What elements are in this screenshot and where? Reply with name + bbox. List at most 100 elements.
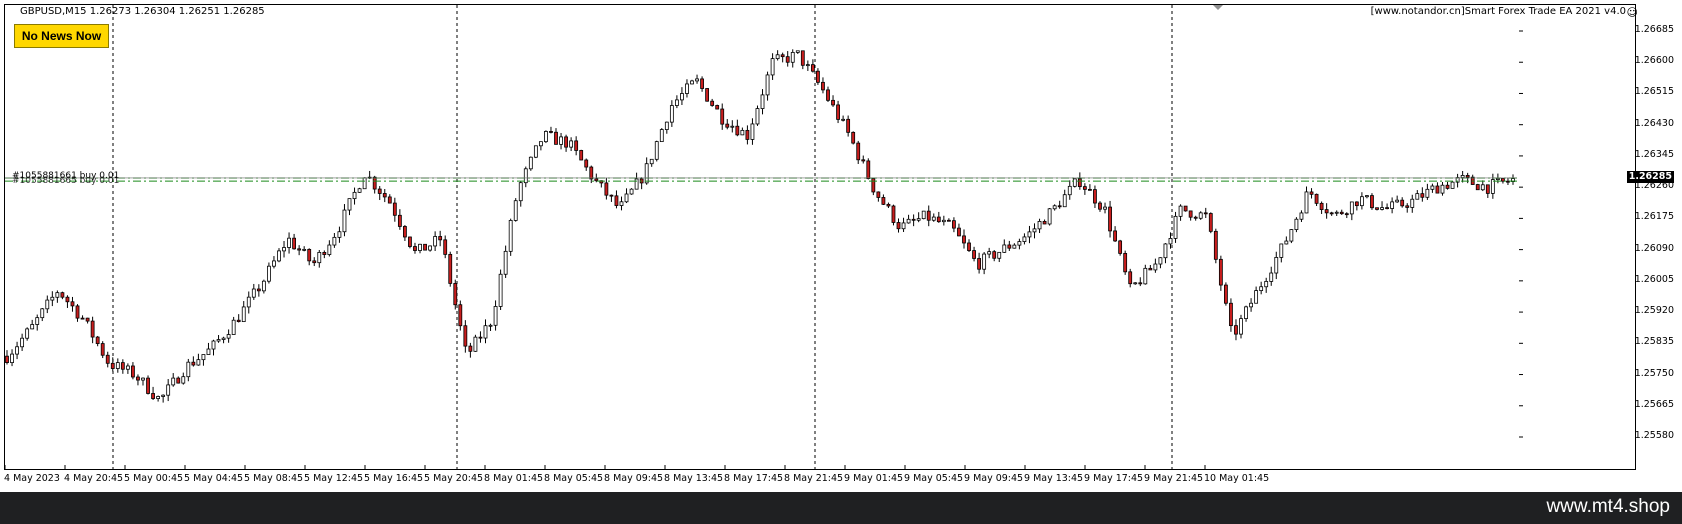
candle-body-bear: [256, 288, 261, 292]
candle-body-bull: [196, 359, 201, 366]
candle-body-bear: [574, 140, 579, 151]
candle-body-bull: [765, 74, 770, 96]
candle-body-bull: [15, 346, 19, 355]
candle-body-bull: [1163, 243, 1168, 259]
candle-body-bull: [357, 188, 362, 193]
candle-body-bull: [493, 306, 498, 326]
candle-body-bear: [962, 235, 966, 244]
time-tick-label: 8 May 09:45: [604, 473, 664, 484]
candle-body-bear: [896, 222, 901, 230]
candle-body-bull: [1480, 184, 1485, 191]
candle-body-bull: [503, 250, 508, 275]
smiley-icon: ☺: [1626, 6, 1638, 19]
candle-body-bear: [468, 345, 473, 352]
candle-body-bull: [805, 64, 810, 67]
candle-body-bull: [513, 200, 518, 221]
candle-body-bull: [649, 158, 654, 165]
candle-body-bull: [35, 317, 40, 325]
candle-body-bull: [906, 218, 911, 224]
candle-body-bear: [1082, 186, 1087, 190]
candle-body-bear: [60, 292, 65, 298]
time-tick-label: 8 May 05:45: [544, 473, 604, 484]
chart-area[interactable]: [4, 4, 1636, 471]
candle-body-bull: [629, 188, 634, 195]
candle-body-bear: [131, 365, 135, 378]
candle-body-bull: [1062, 194, 1067, 208]
candle-body-bear: [90, 320, 95, 338]
candle-body-bull: [1279, 243, 1284, 258]
candle-body-bull: [941, 219, 946, 223]
candle-body-bear: [1501, 178, 1505, 182]
candle-body-bear: [1465, 175, 1470, 178]
candle-body-bull: [680, 93, 684, 101]
time-tick-label: 8 May 17:45: [724, 473, 784, 484]
candle-body-bear: [735, 125, 740, 136]
time-tick-label: 5 May 00:45: [124, 473, 184, 484]
candle-body-bear: [1405, 205, 1410, 208]
candle-body-bear: [725, 123, 730, 128]
candle-body-bull: [901, 222, 906, 230]
candle-body-bear: [705, 88, 710, 102]
candle-body-bear: [1218, 258, 1223, 286]
candle-body-bear: [1339, 211, 1344, 215]
price-tick-label: 1.25580: [1634, 430, 1674, 441]
candle-body-bear: [866, 160, 871, 179]
time-tick-label: 8 May 13:45: [664, 473, 724, 484]
candle-body-bear: [1435, 185, 1440, 194]
price-tick-label: 1.26515: [1634, 86, 1674, 98]
candle-body-bull: [1072, 178, 1077, 187]
candle-body-bull: [141, 377, 145, 381]
price-tick-label: 1.26600: [1634, 55, 1674, 67]
candle-body-bear: [936, 216, 941, 223]
candle-body-bear: [292, 237, 296, 250]
candle-body-bear: [594, 178, 599, 182]
candle-body-bull: [1173, 215, 1178, 239]
candle-body-bear: [100, 343, 105, 356]
candle-body-bear: [377, 188, 382, 194]
candle-body-bear: [1138, 282, 1143, 285]
time-tick-label: 4 May 20:45: [64, 473, 124, 484]
time-tick-label: 9 May 13:45: [1024, 473, 1084, 484]
time-tick-label: 9 May 21:45: [1144, 473, 1204, 484]
candle-body-bull: [1365, 195, 1369, 198]
candle-body-bear: [1385, 207, 1389, 210]
candle-body-bull: [795, 50, 800, 53]
candle-body-bear: [1188, 210, 1193, 218]
footer-url[interactable]: www.mt4.shop: [1546, 496, 1670, 518]
candle-body-bull: [1244, 306, 1248, 319]
candle-body-bull: [347, 198, 352, 211]
candle-body-bear: [423, 243, 427, 251]
candle-body-bear: [911, 218, 916, 221]
candle-body-bear: [1042, 220, 1047, 225]
candle-body-bull: [997, 251, 1002, 259]
candle-body-bull: [40, 308, 45, 319]
candle-body-bull: [569, 140, 574, 148]
candle-body-bull: [1002, 244, 1007, 253]
candle-body-bull: [1334, 211, 1339, 214]
candle-body-bear: [614, 195, 619, 206]
candle-body-bull: [1158, 257, 1163, 265]
candle-body-bear: [1208, 213, 1213, 232]
candle-body-bull: [740, 129, 745, 136]
candle-body-bear: [392, 202, 397, 216]
candle-body-bear: [579, 150, 584, 161]
price-tick-label: 1.26345: [1634, 148, 1674, 160]
candle-body-bull: [1395, 199, 1400, 203]
candle-body-bull: [428, 245, 432, 251]
candle-body-bull: [342, 209, 347, 233]
candle-body-bull: [690, 80, 694, 85]
candle-body-bear: [297, 248, 302, 251]
candle-body-bear: [977, 258, 982, 270]
candle-body-bull: [221, 337, 226, 340]
candle-body-bull: [483, 325, 488, 339]
candle-body-bull: [50, 296, 55, 301]
candle-body-bull: [156, 396, 161, 399]
candle-body-bear: [715, 105, 720, 110]
candle-body-bull: [775, 54, 780, 60]
candle-body-bear: [780, 54, 785, 58]
candle-body-bear: [1354, 201, 1359, 207]
news-button[interactable]: No News Now: [14, 24, 109, 48]
candle-body-bull: [317, 252, 322, 264]
candle-body-bull: [674, 99, 679, 106]
candle-body-bear: [5, 355, 9, 363]
